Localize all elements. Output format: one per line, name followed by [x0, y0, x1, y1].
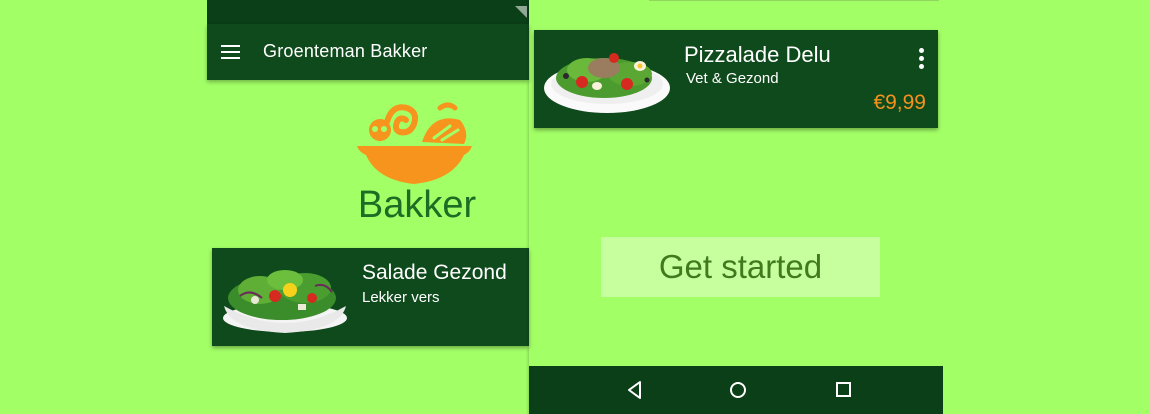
top-divider [649, 0, 939, 1]
hamburger-menu-icon[interactable] [221, 42, 241, 62]
right-phone-screen: Pizzalade Delu Vet & Gezond €9,99 Get st… [526, 0, 943, 414]
left-phone-screen: Groenteman Bakker Bakker Salade Gezond L… [207, 0, 529, 414]
get-started-button[interactable]: Get started [601, 237, 880, 297]
menu-card-salade-gezond[interactable]: Salade Gezond Lekker vers [212, 248, 529, 346]
salad-bowl-image [223, 270, 347, 333]
home-circle-icon[interactable] [726, 378, 750, 402]
menu-card-pizzalade-delu[interactable]: Pizzalade Delu Vet & Gezond €9,99 [534, 30, 938, 128]
card-title: Pizzalade Delu [684, 42, 831, 67]
card-title: Salade Gezond [362, 261, 507, 284]
tuna-salad-plate-image [544, 53, 670, 113]
back-triangle-icon[interactable] [623, 378, 647, 402]
status-bar [207, 0, 529, 24]
app-bar: Groenteman Bakker [207, 24, 529, 80]
card-subtitle: Vet & Gezond [686, 70, 779, 87]
salad-bowl-icon [357, 102, 472, 184]
card-subtitle: Lekker vers [362, 289, 440, 306]
logo-label: Bakker [357, 184, 477, 226]
app-title: Groenteman Bakker [263, 41, 428, 61]
recent-apps-square-icon[interactable] [832, 378, 856, 402]
card-price: €9,99 [873, 91, 926, 114]
more-vertical-icon[interactable] [918, 48, 926, 70]
screen-edge-shadow [526, 0, 529, 414]
screenshot-canvas: Groenteman Bakker Bakker Salade Gezond L… [0, 0, 1150, 414]
navigation-bar [529, 366, 943, 414]
